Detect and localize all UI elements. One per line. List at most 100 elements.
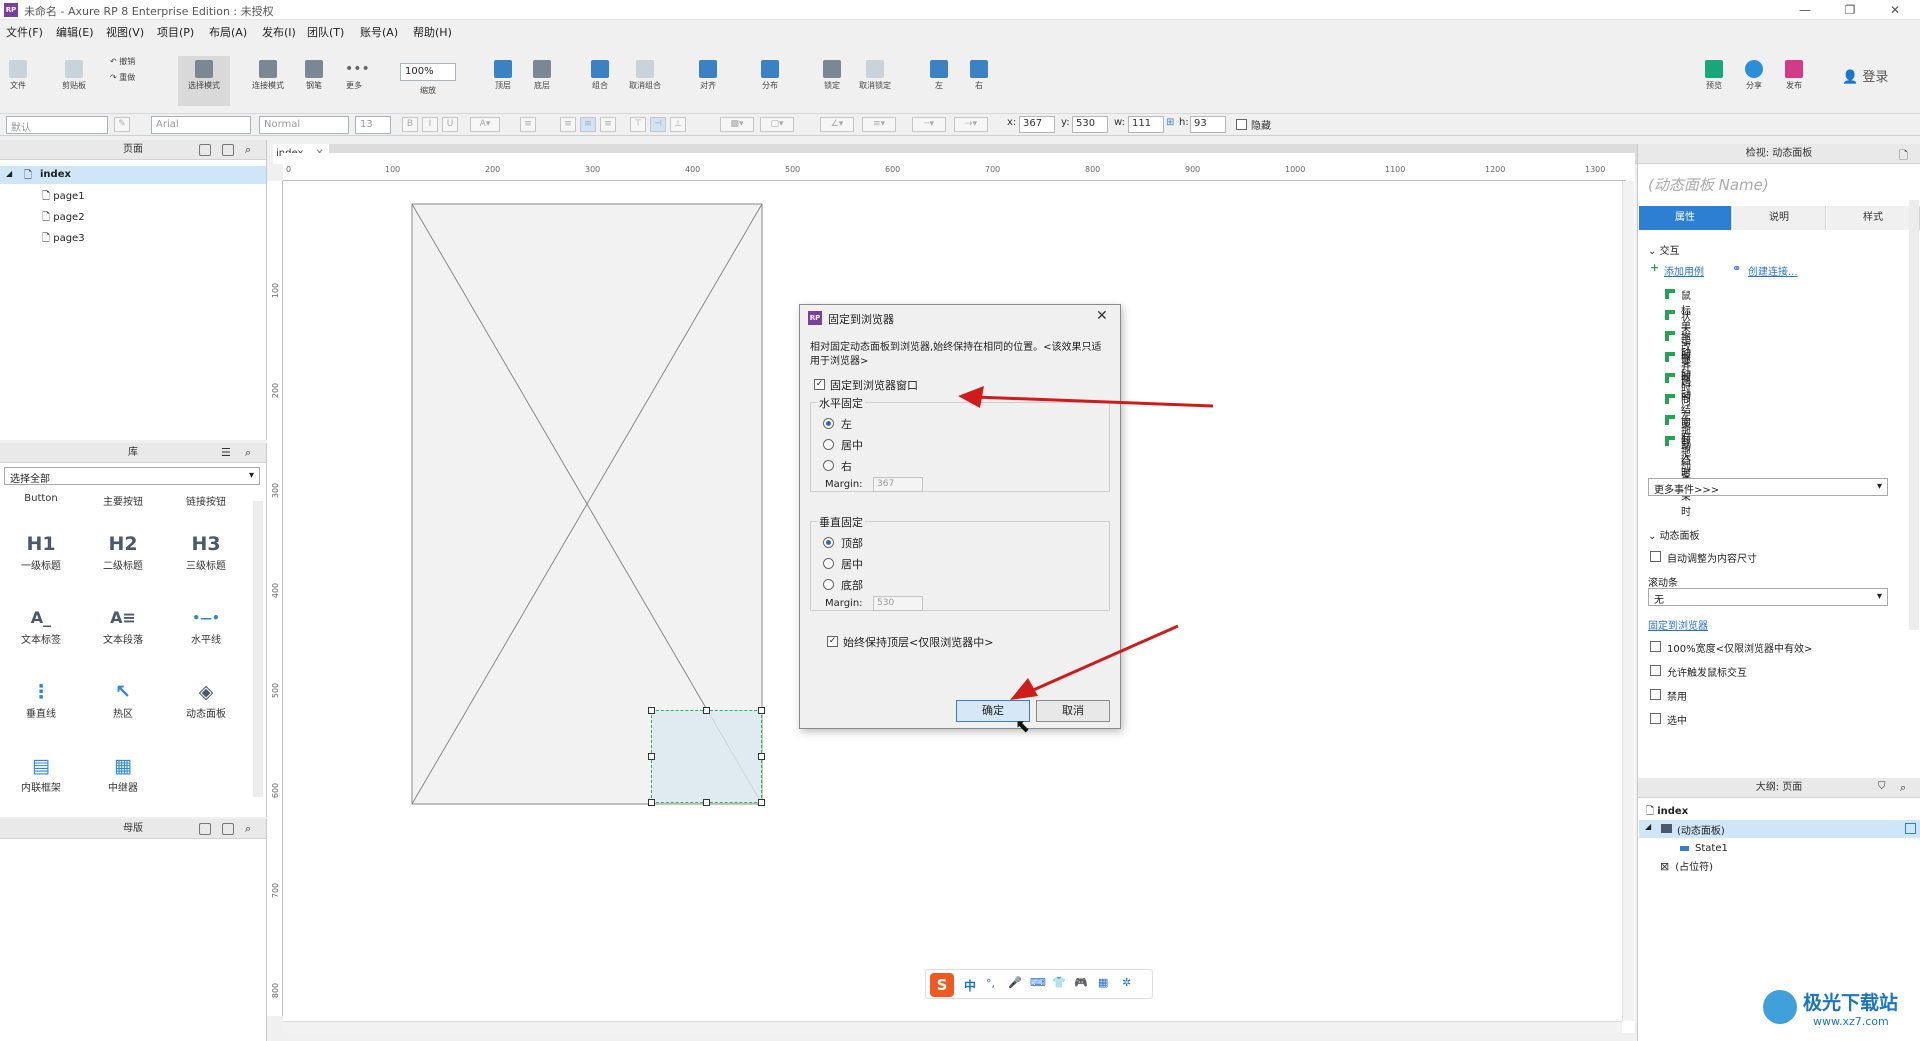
lib-inline-frame[interactable]: ▤ 内联框架	[10, 753, 72, 794]
add-case-link[interactable]: 添加用例	[1664, 263, 1704, 278]
distribute-button[interactable]: 分布	[756, 60, 784, 91]
game-icon[interactable]: 🎮	[1074, 976, 1088, 989]
collapse-arrow-icon[interactable]: ◢	[6, 169, 12, 178]
visibility-toggle-icon[interactable]	[1905, 823, 1916, 834]
resize-handle[interactable]	[758, 707, 765, 714]
search-icon[interactable]: ⌕	[245, 822, 251, 836]
unlock-button[interactable]: 取消锁定	[855, 60, 895, 91]
cancel-button[interactable]: 取消	[1036, 700, 1110, 722]
font-weight-select[interactable]: Normal	[259, 116, 349, 134]
menu-project[interactable]: 项目(P)	[157, 24, 194, 40]
h-margin-input[interactable]: 367	[873, 477, 923, 492]
resize-handle[interactable]	[758, 753, 765, 760]
bullet-list-icon[interactable]: ≡	[520, 117, 536, 132]
login-button[interactable]: 👤 登录	[1842, 66, 1888, 85]
left-panel-button[interactable]: 左	[925, 60, 953, 91]
page-icon[interactable]: 🗋	[1899, 147, 1908, 166]
radio-v-bottom[interactable]	[823, 579, 834, 590]
tab-style[interactable]: 样式	[1827, 206, 1920, 230]
create-link-link[interactable]: 创建连接...	[1748, 263, 1798, 278]
underline-icon[interactable]: U	[442, 117, 458, 132]
style-edit-icon[interactable]: ✎	[114, 117, 130, 132]
align-button[interactable]: 对齐	[694, 60, 722, 91]
lib-paragraph[interactable]: A≡ 文本段落	[92, 605, 154, 646]
lib-text-label[interactable]: A_ 文本标签	[10, 605, 72, 646]
apps-icon[interactable]: ▦	[1098, 976, 1108, 989]
file-button[interactable]: 文件	[6, 60, 30, 91]
w-input[interactable]: 111	[1128, 116, 1164, 133]
undo-button[interactable]: ↶ 撤销	[110, 56, 150, 67]
publish-button[interactable]: 发布	[1780, 60, 1808, 91]
dialog-close-icon[interactable]: ✕	[1096, 308, 1108, 324]
font-size-select[interactable]: 13	[355, 116, 391, 134]
collapse-arrow-icon[interactable]: ◢	[1645, 822, 1651, 831]
more-button[interactable]: ••• 更多	[340, 60, 370, 91]
add-folder-icon[interactable]	[222, 144, 234, 156]
close-button[interactable]: ✕	[1880, 2, 1910, 18]
line-color-icon[interactable]: ∠▾	[820, 117, 854, 132]
lib-vline[interactable]: ⋮ 垂直线	[10, 679, 72, 720]
outline-item-state1[interactable]: State1	[1680, 841, 1728, 854]
library-filter-select[interactable]: 选择全部 ▾	[4, 467, 260, 485]
right-panel-button[interactable]: 右	[965, 60, 993, 91]
group-button[interactable]: 组合	[586, 60, 614, 91]
tab-notes[interactable]: 说明	[1733, 206, 1826, 230]
x-input[interactable]: 367	[1019, 116, 1055, 133]
lib-h2[interactable]: H2 二级标题	[92, 531, 154, 572]
resize-handle[interactable]	[648, 753, 655, 760]
tab-properties[interactable]: 属性	[1639, 206, 1732, 230]
resize-handle[interactable]	[648, 707, 655, 714]
font-color-icon[interactable]: A▾	[470, 117, 500, 132]
add-page-icon[interactable]	[199, 144, 211, 156]
dynamic-panel-section[interactable]: ⌄ 动态面板	[1648, 527, 1700, 542]
pen-button[interactable]: 钢笔	[300, 60, 328, 91]
search-icon[interactable]: ⌕	[1900, 781, 1906, 795]
auto-fit-checkbox[interactable]	[1650, 551, 1661, 562]
menu-account[interactable]: 账号(A)	[360, 24, 398, 40]
dynamic-panel-selected[interactable]	[651, 710, 762, 803]
share-button[interactable]: 分享	[1740, 60, 1768, 91]
outline-item-placeholder[interactable]: ⊠ (占位符)	[1660, 858, 1713, 873]
line-width-icon[interactable]: ≡▾	[862, 117, 896, 132]
microphone-icon[interactable]: 🎤	[1008, 976, 1022, 989]
valign-middle-icon[interactable]: ⊣	[650, 117, 666, 132]
keyboard-icon[interactable]: ⌨	[1030, 976, 1046, 989]
radio-h-left[interactable]	[823, 418, 834, 429]
menu-layout[interactable]: 布局(A)	[209, 24, 247, 40]
panel-name-input[interactable]: (动态面板 Name)	[1648, 174, 1769, 195]
align-right-icon[interactable]: ≡	[600, 117, 616, 132]
tree-root-index[interactable]: ◢ 🗋 index	[0, 166, 266, 184]
radio-v-top[interactable]	[823, 537, 834, 548]
fill-color-icon[interactable]: ▩▾	[720, 117, 754, 132]
select-mode-button[interactable]: 选择模式	[178, 56, 230, 106]
pin-to-browser-link[interactable]: 固定到浏览器	[1648, 617, 1708, 632]
valign-bottom-icon[interactable]: ⊥	[670, 117, 686, 132]
settings-icon[interactable]: ✲	[1122, 976, 1131, 989]
lib-link-button[interactable]: 链接按钮	[175, 493, 237, 508]
menu-file[interactable]: 文件(F)	[6, 24, 43, 40]
library-scrollbar[interactable]	[253, 501, 263, 797]
menu-publish[interactable]: 发布(I)	[262, 24, 296, 40]
resize-handle[interactable]	[703, 707, 710, 714]
maximize-button[interactable]: ❐	[1835, 2, 1865, 18]
selected-checkbox[interactable]	[1650, 713, 1661, 724]
lock-ratio-icon[interactable]: ⊞	[1166, 117, 1174, 128]
lib-hotspot[interactable]: ↖ 热区	[92, 679, 154, 720]
italic-icon[interactable]: I	[422, 117, 438, 132]
align-left-icon[interactable]: ≡	[560, 117, 576, 132]
interaction-section[interactable]: ⌄ 交互	[1648, 242, 1680, 257]
clipboard-button[interactable]: 剪贴板	[56, 60, 92, 91]
page-item-2[interactable]: 🗋 page2	[42, 210, 85, 227]
menu-icon[interactable]: ☰	[221, 446, 231, 459]
radio-h-center[interactable]	[823, 439, 834, 450]
line-style-icon[interactable]: ┄▾	[912, 117, 946, 132]
more-events-select[interactable]: 更多事件>>> ▾	[1648, 478, 1888, 496]
skin-icon[interactable]: 👕	[1052, 976, 1066, 989]
filter-icon[interactable]: ⛉	[1878, 781, 1886, 792]
align-center-icon[interactable]: ≡	[580, 117, 596, 132]
outline-item-dynamic-panel[interactable]: ◢ (动态面板)	[1639, 820, 1920, 838]
sogou-logo-icon[interactable]: S	[930, 973, 954, 997]
page-item-3[interactable]: 🗋 page3	[42, 231, 85, 248]
full-width-checkbox[interactable]	[1650, 641, 1661, 652]
search-icon[interactable]: ⌕	[245, 446, 251, 460]
